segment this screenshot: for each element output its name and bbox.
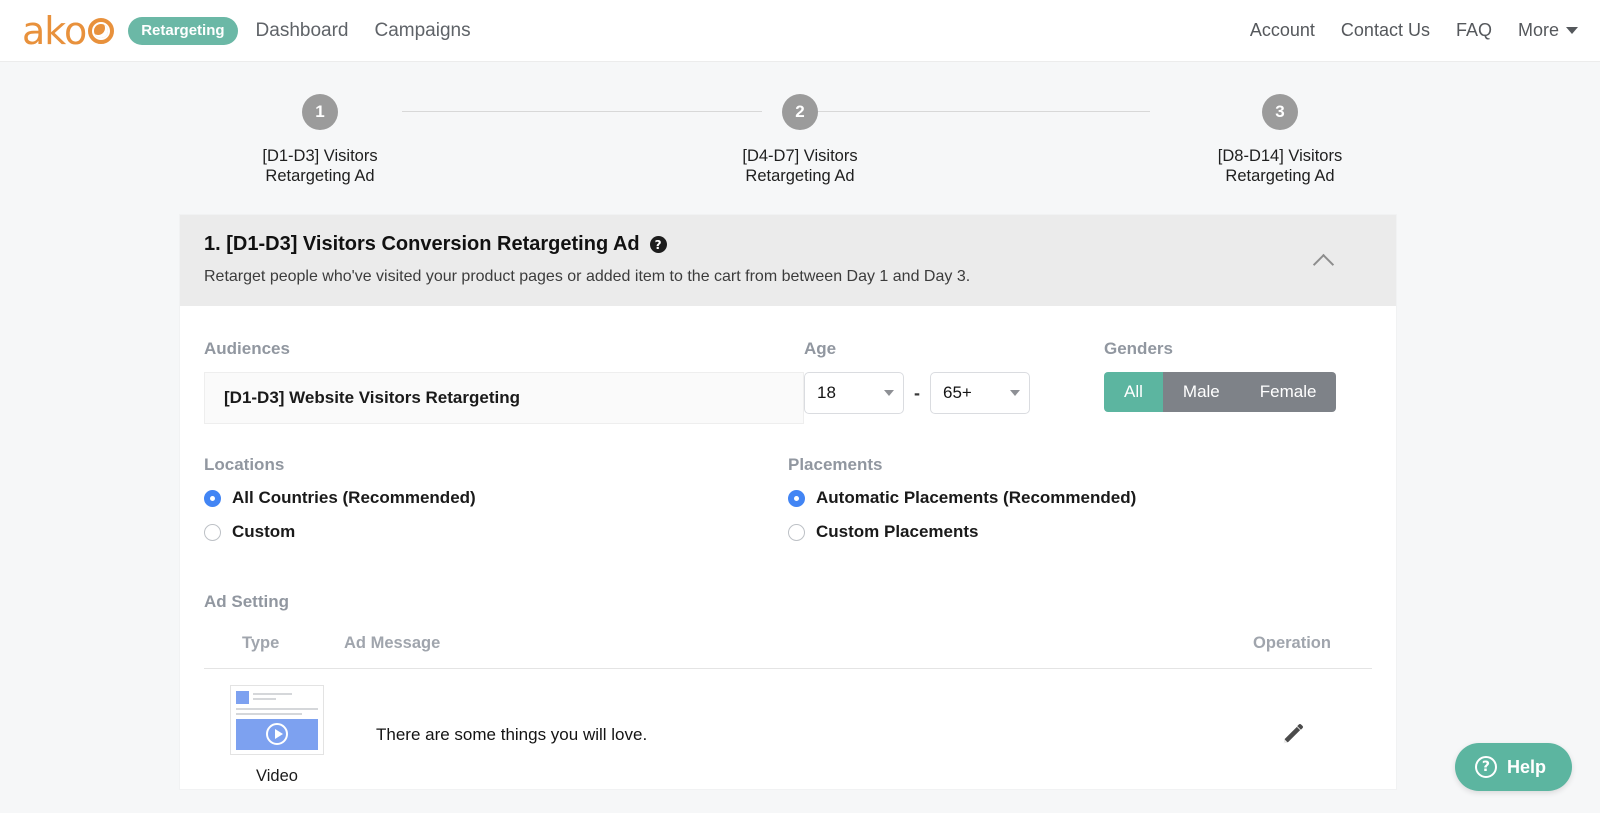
- locations-field: Locations All Countries (Recommended) Cu…: [204, 455, 788, 556]
- radio-icon-selected: [204, 489, 221, 507]
- ad-setting-section: Ad Setting Type Ad Message Operation Vid…: [204, 592, 1372, 789]
- stepper-step-2-line2: Retargeting Ad: [745, 167, 855, 185]
- radio-icon-selected: [788, 489, 805, 507]
- nav-item-contact-us[interactable]: Contact Us: [1341, 20, 1430, 41]
- chevron-up-icon[interactable]: [1314, 251, 1334, 271]
- placements-field: Placements Automatic Placements (Recomme…: [788, 455, 1372, 556]
- stepper-step-3-line2: Retargeting Ad: [1225, 167, 1335, 185]
- ad-setting-label: Ad Setting: [204, 592, 289, 611]
- help-widget-button[interactable]: ? Help: [1454, 743, 1572, 791]
- ad-message-cell: There are some things you will love.: [376, 725, 648, 744]
- stepper-step-2[interactable]: 2 [D4-D7] Visitors Retargeting Ad: [670, 94, 930, 186]
- genders-field: Genders All Male Female: [1104, 339, 1364, 424]
- placements-option-automatic-label: Automatic Placements (Recommended): [816, 488, 1137, 507]
- locations-option-custom-label: Custom: [232, 522, 296, 541]
- gender-option-female[interactable]: Female: [1239, 372, 1337, 412]
- retargeting-ad-panel: 1. [D1-D3] Visitors Conversion Retargeti…: [180, 215, 1396, 789]
- stepper-step-1-number: 1: [302, 94, 338, 130]
- age-min-value: 18: [817, 383, 836, 402]
- preview-text-line: [236, 707, 318, 710]
- preview-text-line: [236, 712, 302, 715]
- age-range-separator: -: [914, 382, 920, 403]
- stepper-step-1-line2: Retargeting Ad: [265, 167, 375, 185]
- nav-item-dashboard[interactable]: Dashboard: [256, 20, 349, 42]
- stepper-step-1-label: [D1-D3] Visitors Retargeting Ad: [190, 146, 450, 186]
- preview-text-line: [253, 697, 276, 700]
- locations-label: Locations: [204, 455, 285, 474]
- stepper-step-3-label: [D8-D14] Visitors Retargeting Ad: [1150, 146, 1410, 186]
- gender-option-all[interactable]: All: [1104, 372, 1163, 412]
- nav-item-faq[interactable]: FAQ: [1456, 20, 1492, 41]
- stepper-step-2-label: [D4-D7] Visitors Retargeting Ad: [670, 146, 930, 186]
- ad-type-cell: Video: [204, 684, 344, 786]
- column-header-operation: Operation: [1253, 634, 1331, 652]
- help-widget-label: Help: [1506, 756, 1546, 777]
- audiences-value[interactable]: [D1-D3] Website Visitors Retargeting: [204, 372, 804, 424]
- stepper-step-3-line1: [D8-D14] Visitors: [1217, 147, 1343, 165]
- table-row: Video There are some things you will lov…: [204, 669, 1372, 789]
- help-circle-icon[interactable]: ?: [649, 236, 667, 253]
- nav-item-account[interactable]: Account: [1250, 20, 1315, 41]
- caret-down-icon: [884, 390, 894, 396]
- preview-text-line: [253, 692, 292, 695]
- play-icon: [266, 723, 288, 745]
- placements-option-automatic[interactable]: Automatic Placements (Recommended): [788, 488, 1372, 508]
- nav-item-more[interactable]: More: [1518, 20, 1578, 41]
- stepper-step-2-line1: [D4-D7] Visitors: [742, 147, 858, 165]
- audiences-field: Audiences [D1-D3] Website Visitors Retar…: [204, 339, 804, 424]
- panel-subtitle: Retarget people who've visited your prod…: [204, 268, 971, 285]
- stepper-step-2-number: 2: [782, 94, 818, 130]
- panel-title: 1. [D1-D3] Visitors Conversion Retargeti…: [204, 233, 1314, 256]
- stepper-step-1[interactable]: 1 [D1-D3] Visitors Retargeting Ad: [190, 94, 450, 186]
- locations-option-custom[interactable]: Custom: [204, 522, 788, 542]
- panel-header: 1. [D1-D3] Visitors Conversion Retargeti…: [180, 215, 1396, 306]
- placements-option-custom-label: Custom Placements: [816, 522, 979, 541]
- targeting-row-secondary: Locations All Countries (Recommended) Cu…: [204, 455, 1372, 556]
- age-max-value: 65+: [943, 383, 972, 402]
- genders-label: Genders: [1104, 339, 1173, 358]
- brand-logo-text: ako: [22, 8, 87, 53]
- primary-nav: Dashboard Campaigns: [256, 20, 471, 42]
- placements-label: Placements: [788, 455, 883, 474]
- ad-operation-cell: [1212, 722, 1372, 748]
- genders-toggle-group: All Male Female: [1104, 372, 1337, 412]
- retargeting-badge: Retargeting: [128, 16, 238, 45]
- age-label: Age: [804, 339, 837, 358]
- locations-option-all-countries[interactable]: All Countries (Recommended): [204, 488, 788, 508]
- radio-icon-unselected: [788, 523, 805, 541]
- stepper-step-1-line1: [D1-D3] Visitors: [262, 147, 378, 165]
- panel-body: Audiences [D1-D3] Website Visitors Retar…: [180, 306, 1396, 789]
- placements-option-custom[interactable]: Custom Placements: [788, 522, 1372, 542]
- ad-setting-table: Type Ad Message Operation Video There ar…: [204, 634, 1372, 789]
- targeting-row-primary: Audiences [D1-D3] Website Visitors Retar…: [204, 339, 1372, 424]
- column-header-ad-message: Ad Message: [344, 634, 441, 652]
- age-min-select[interactable]: 18: [804, 372, 904, 414]
- edit-pencil-icon[interactable]: [1279, 722, 1305, 748]
- locations-option-all-countries-label: All Countries (Recommended): [232, 488, 476, 507]
- nav-item-campaigns[interactable]: Campaigns: [374, 20, 470, 42]
- stepper-step-3-number: 3: [1262, 94, 1298, 130]
- audiences-label: Audiences: [204, 339, 290, 358]
- brand-eye-icon: [88, 17, 115, 44]
- ad-type-caption: Video: [256, 766, 298, 785]
- gender-option-male[interactable]: Male: [1162, 372, 1240, 412]
- age-field: Age 18 - 65+: [804, 339, 1104, 424]
- chevron-down-icon: [1566, 27, 1578, 34]
- preview-media-area: [236, 718, 318, 750]
- secondary-nav: Account Contact Us FAQ More: [1250, 20, 1578, 41]
- panel-title-text: 1. [D1-D3] Visitors Conversion Retargeti…: [204, 233, 640, 255]
- radio-icon-unselected: [204, 523, 221, 541]
- campaign-stepper: 1 [D1-D3] Visitors Retargeting Ad 2 [D4-…: [190, 62, 1410, 186]
- ad-setting-table-header: Type Ad Message Operation: [204, 634, 1372, 669]
- video-ad-preview-icon[interactable]: [230, 684, 324, 755]
- stepper-step-3[interactable]: 3 [D8-D14] Visitors Retargeting Ad: [1150, 94, 1410, 186]
- column-header-type: Type: [242, 634, 280, 652]
- top-navbar: ako Retargeting Dashboard Campaigns Acco…: [0, 0, 1600, 62]
- preview-avatar-icon: [236, 690, 249, 704]
- help-circle-icon: ?: [1474, 756, 1497, 778]
- brand-logo[interactable]: ako: [22, 8, 115, 53]
- age-max-select[interactable]: 65+: [930, 372, 1030, 414]
- caret-down-icon: [1010, 390, 1020, 396]
- nav-item-more-label: More: [1517, 20, 1559, 40]
